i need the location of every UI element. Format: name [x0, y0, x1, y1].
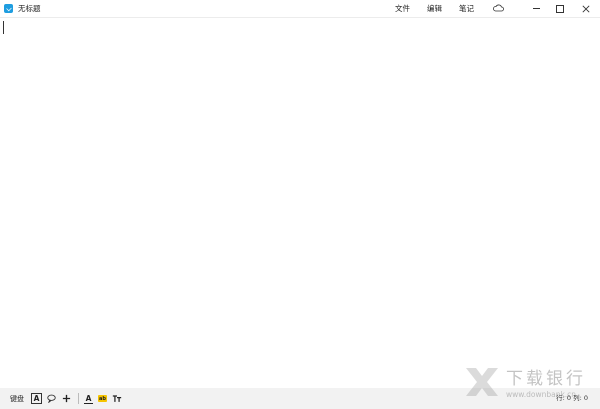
text-editor-area[interactable] [0, 18, 600, 388]
watermark-text: 下载银行 www.downbank.cn [506, 364, 586, 399]
maximize-button[interactable] [547, 0, 573, 17]
minimize-button[interactable] [523, 0, 549, 17]
keyboard-button[interactable]: 键盘 [10, 394, 24, 404]
title-bar[interactable]: 无标题 文件 编辑 笔记 [0, 0, 600, 18]
text-size-icon [112, 395, 121, 402]
close-button[interactable] [573, 0, 599, 17]
toolbar-divider [78, 393, 79, 404]
speech-bubble-icon [47, 394, 56, 403]
close-icon [582, 4, 590, 13]
text-caret [3, 21, 4, 34]
plus-icon [62, 394, 71, 403]
font-style-button[interactable]: A [31, 393, 42, 404]
comment-button[interactable] [46, 393, 57, 404]
notepad-app-icon [4, 4, 13, 13]
cloud-icon[interactable] [493, 4, 504, 12]
watermark: 下载银行 www.downbank.cn [462, 364, 586, 399]
highlight-button[interactable]: ab [98, 395, 107, 402]
watermark-title: 下载银行 [506, 369, 586, 389]
text-color-button[interactable]: A [83, 393, 94, 404]
watermark-logo-icon [466, 367, 498, 396]
minimize-icon [532, 8, 540, 9]
maximize-icon [556, 4, 564, 13]
menu-edit[interactable]: 编辑 [427, 0, 442, 17]
watermark-url: www.downbank.cn [506, 390, 577, 399]
window-title: 无标题 [18, 4, 41, 13]
menu-notes[interactable]: 笔记 [459, 0, 474, 17]
menu-file[interactable]: 文件 [395, 0, 410, 17]
add-button[interactable] [61, 393, 72, 404]
text-size-button[interactable] [111, 393, 122, 404]
app-window: 无标题 文件 编辑 笔记 键盘 A A ab 行: 0 列: 0 下载银行 ww… [0, 0, 600, 409]
